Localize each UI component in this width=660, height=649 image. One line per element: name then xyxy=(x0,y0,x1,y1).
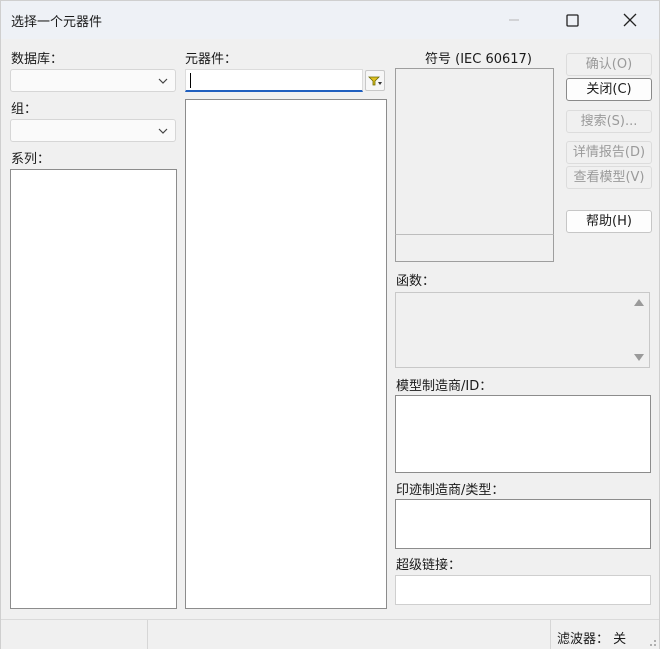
window-title: 选择一个元器件 xyxy=(11,15,103,30)
model-label: 模型制造商/ID： xyxy=(396,379,493,394)
detail-report-button[interactable]: 详情报告(D) xyxy=(566,141,652,164)
family-label: 系列： xyxy=(11,152,51,167)
function-textarea[interactable] xyxy=(395,292,650,368)
status-divider xyxy=(147,620,148,649)
status-divider xyxy=(550,620,551,649)
ok-button[interactable]: 确认(O) xyxy=(566,53,652,76)
database-label: 数据库： xyxy=(11,52,64,67)
component-search-input[interactable] xyxy=(185,69,363,92)
search-button[interactable]: 搜索(S)... xyxy=(566,110,652,133)
close-button[interactable]: 关闭(C) xyxy=(566,78,652,101)
maximize-icon xyxy=(565,13,579,27)
symbol-selector-bar[interactable] xyxy=(395,234,554,262)
close-icon xyxy=(623,13,637,27)
filter-icon xyxy=(368,76,382,85)
select-component-dialog: 选择一个元器件 数据库： 组： 系列： 元器件： 符号 (IEC 60617) xyxy=(0,0,660,649)
scroll-down-icon[interactable] xyxy=(634,354,644,361)
maximize-button[interactable] xyxy=(543,1,601,39)
filter-button[interactable] xyxy=(365,70,385,91)
model-list[interactable] xyxy=(395,395,651,473)
group-dropdown[interactable] xyxy=(10,119,176,142)
component-label: 元器件： xyxy=(185,52,238,67)
family-list[interactable] xyxy=(10,169,177,609)
minimize-button xyxy=(485,1,543,39)
minimize-icon xyxy=(509,19,519,21)
hyperlink-label: 超级链接： xyxy=(396,558,462,573)
function-label: 函数： xyxy=(396,274,436,289)
chevron-down-icon xyxy=(158,78,168,84)
footprint-label: 印迹制造商/类型： xyxy=(396,483,505,498)
scroll-up-icon[interactable] xyxy=(634,299,644,306)
chevron-down-icon xyxy=(158,128,168,134)
hyperlink-field[interactable] xyxy=(395,575,651,605)
footprint-list[interactable] xyxy=(395,499,651,549)
component-list[interactable] xyxy=(185,99,387,609)
text-caret xyxy=(190,73,191,88)
help-button[interactable]: 帮助(H) xyxy=(566,210,652,233)
title-bar[interactable]: 选择一个元器件 xyxy=(1,1,659,39)
group-label: 组： xyxy=(11,102,38,117)
view-model-button[interactable]: 查看模型(V) xyxy=(566,166,652,189)
database-dropdown[interactable] xyxy=(10,69,176,92)
status-bar: 滤波器： 关 xyxy=(1,619,659,649)
resize-grip-icon[interactable] xyxy=(647,637,657,647)
close-window-button[interactable] xyxy=(601,1,659,39)
symbol-label: 符号 (IEC 60617) xyxy=(425,52,532,67)
filter-status: 滤波器： 关 xyxy=(557,632,627,647)
symbol-preview xyxy=(395,68,554,235)
